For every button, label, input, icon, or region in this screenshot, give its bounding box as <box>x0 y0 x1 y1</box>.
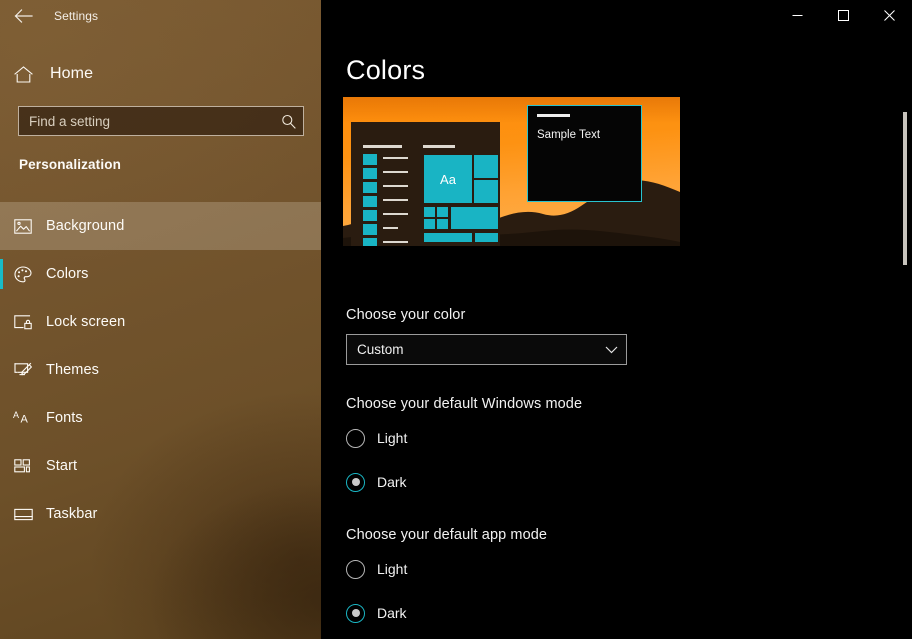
preview-tile <box>423 232 473 243</box>
sidebar-item-label: Taskbar <box>46 506 98 522</box>
app-mode-heading: Choose your default app mode <box>346 527 548 543</box>
windows-mode-heading: Choose your default Windows mode <box>346 396 583 412</box>
lock-screen-icon <box>0 314 46 330</box>
main-content: Colors Aa Sample Text Choose your color … <box>321 0 912 639</box>
sidebar-item-themes[interactable]: Themes <box>0 346 321 394</box>
color-mode-dropdown[interactable]: Custom <box>346 334 627 365</box>
taskbar-icon <box>0 508 46 521</box>
radio-label: Light <box>377 430 408 446</box>
chevron-down-icon[interactable] <box>605 346 618 354</box>
palette-icon <box>0 265 46 283</box>
close-icon[interactable] <box>866 0 912 31</box>
svg-text:A: A <box>13 410 19 420</box>
radio-label: Dark <box>377 605 407 621</box>
sidebar-item-label: Background <box>46 218 125 234</box>
sidebar-item-label: Fonts <box>46 410 83 426</box>
home-icon <box>0 65 46 83</box>
preview-start-menu: Aa <box>351 122 500 246</box>
preview-tile <box>423 218 436 230</box>
sidebar-item-label: Colors <box>46 266 89 282</box>
preview-tile <box>473 154 499 179</box>
sidebar: Settings Home Personalization <box>0 0 321 639</box>
minimize-icon[interactable] <box>774 0 820 31</box>
app-mode-option-dark[interactable]: Dark <box>346 601 407 625</box>
radio-label: Dark <box>377 474 407 490</box>
maximize-icon[interactable] <box>820 0 866 31</box>
radio-label: Light <box>377 561 408 577</box>
sidebar-item-lock-screen[interactable]: Lock screen <box>0 298 321 346</box>
home-label: Home <box>50 65 94 82</box>
sidebar-item-start[interactable]: Start <box>0 442 321 490</box>
sidebar-item-label: Start <box>46 458 78 474</box>
sidebar-item-home[interactable]: Home <box>0 56 321 92</box>
main-scrollbar[interactable] <box>898 31 912 639</box>
settings-window: Settings Home Personalization <box>0 0 912 639</box>
preview-header-line <box>363 145 402 148</box>
app-mode-option-light[interactable]: Light <box>346 557 407 581</box>
sidebar-item-colors[interactable]: Colors <box>0 250 321 298</box>
preview-header-line <box>423 145 455 148</box>
page-title: Colors <box>346 55 426 85</box>
radio-button[interactable] <box>346 472 365 492</box>
windows-mode-option-dark[interactable]: Dark <box>346 470 407 494</box>
image-icon <box>0 218 46 234</box>
windows-mode-option-light[interactable]: Light <box>346 426 407 450</box>
svg-text:A: A <box>21 414 29 426</box>
sidebar-nav: Background Colors Lock screen Themes A A… <box>0 202 321 538</box>
radio-button[interactable] <box>346 603 365 623</box>
fonts-icon: A A <box>0 410 46 426</box>
sidebar-item-label: Lock screen <box>46 314 126 330</box>
sidebar-item-fonts[interactable]: A A Fonts <box>0 394 321 442</box>
title-bar: Settings <box>0 0 321 32</box>
theme-preview: Aa Sample Text <box>343 97 680 246</box>
sidebar-item-background[interactable]: Background <box>0 202 321 250</box>
choose-color-heading: Choose your color <box>346 307 466 323</box>
sidebar-item-label: Themes <box>46 362 99 378</box>
scrollbar-thumb[interactable] <box>903 112 907 265</box>
preview-tile <box>474 232 499 243</box>
preview-sample-text: Sample Text <box>537 129 601 141</box>
color-mode-value: Custom <box>357 342 404 357</box>
selection-accent-bar <box>0 259 3 289</box>
preview-app-list-icons <box>363 154 377 246</box>
window-controls <box>774 0 912 31</box>
start-icon <box>0 459 46 473</box>
search-icon[interactable] <box>273 114 303 129</box>
preview-tile <box>450 206 499 230</box>
radio-button[interactable] <box>346 559 365 579</box>
search-input[interactable] <box>19 107 273 135</box>
sidebar-item-taskbar[interactable]: Taskbar <box>0 490 321 538</box>
preview-tile <box>436 206 449 218</box>
preview-sample-window: Sample Text <box>527 105 642 202</box>
radio-button[interactable] <box>346 428 365 448</box>
window-title: Settings <box>54 9 99 23</box>
preview-tile <box>436 218 449 230</box>
preview-window-titlebar-line <box>537 114 570 117</box>
preview-tile-aa: Aa <box>423 154 473 204</box>
search-box[interactable] <box>18 106 304 136</box>
preview-tile <box>423 206 436 218</box>
themes-icon <box>0 362 46 378</box>
preview-tile <box>473 179 499 204</box>
back-arrow-icon[interactable] <box>0 0 46 32</box>
sidebar-section-title: Personalization <box>19 157 122 172</box>
